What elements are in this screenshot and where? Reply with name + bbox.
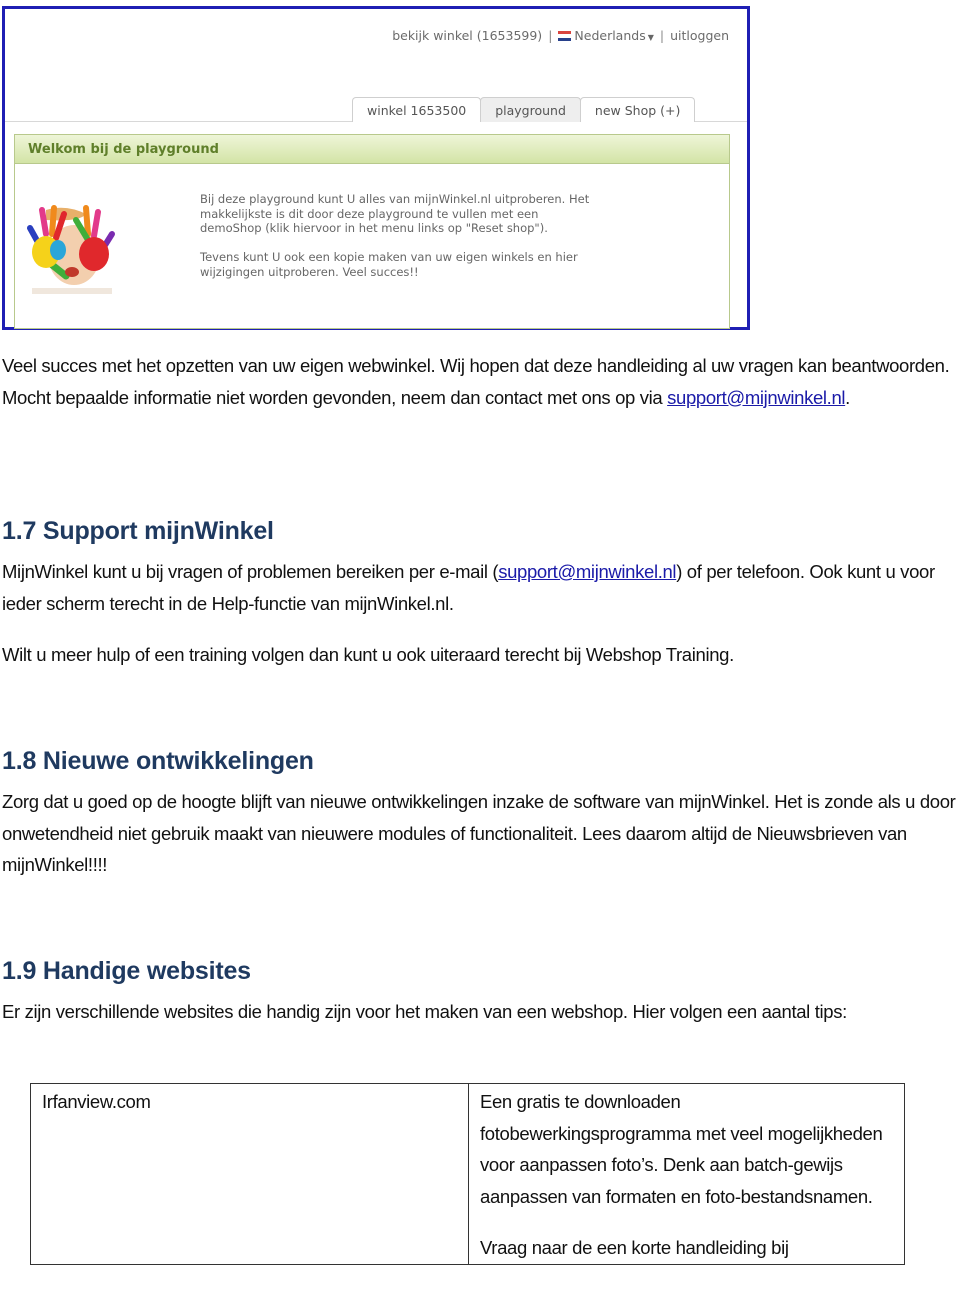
welcome-panel: Welkom bij de playground Bij deze playgr…	[14, 134, 730, 329]
panel-paragraph: Bij deze playground kunt U alles van mij…	[200, 192, 590, 236]
caret-down-icon: ▼	[647, 33, 654, 42]
tab-winkel[interactable]: winkel 1653500	[352, 97, 482, 122]
support-email-link[interactable]: support@mijnwinkel.nl	[498, 561, 676, 582]
section-heading: 1.7 Support mijnWinkel	[2, 517, 274, 545]
embedded-screenshot: bekijk winkel (1653599) | Nederlands ▼ | …	[2, 6, 750, 330]
intro-after: .	[845, 386, 850, 408]
section-1-9: 1.9 Handige websites Er zijn verschillen…	[2, 957, 960, 1028]
panel-title: Welkom bij de playground	[15, 135, 729, 164]
language-selector[interactable]: Nederlands ▼	[558, 28, 654, 43]
section-paragraph: Zorg dat u goed op de hoogte blijft van …	[2, 791, 956, 875]
section-paragraph: Er zijn verschillende websites die handi…	[2, 1001, 847, 1022]
painted-hands-child-image	[24, 200, 119, 294]
text: MijnWinkel kunt u bij vragen of probleme…	[2, 561, 499, 582]
site-name: Irfanview.com	[42, 1091, 151, 1112]
site-description: Een gratis te downloaden fotobewerkingsp…	[480, 1091, 883, 1207]
top-links: bekijk winkel (1653599) | Nederlands ▼ | …	[392, 28, 729, 43]
description-cell: Een gratis te downloaden fotobewerkingsp…	[468, 1083, 905, 1265]
shop-tabs: winkel 1653500 playground new Shop (+)	[352, 97, 696, 122]
tab-new-shop[interactable]: new Shop (+)	[579, 97, 696, 122]
site-cell: Irfanview.com	[30, 1083, 469, 1265]
section-1-7: 1.7 Support mijnWinkel MijnWinkel kunt u…	[2, 517, 960, 671]
section-paragraph: MijnWinkel kunt u bij vragen of probleme…	[2, 556, 960, 619]
section-heading: 1.9 Handige websites	[2, 957, 251, 985]
language-label: Nederlands	[574, 28, 646, 43]
section-paragraph: Wilt u meer hulp of een training volgen …	[2, 644, 734, 665]
support-email-link[interactable]: support@mijnwinkel.nl	[667, 387, 845, 408]
view-shop-link[interactable]: bekijk winkel (1653599)	[392, 28, 542, 43]
section-heading: 1.8 Nieuwe ontwikkelingen	[2, 747, 314, 775]
intro-paragraph: Veel succes met het opzetten van uw eige…	[2, 350, 960, 413]
section-1-8: 1.8 Nieuwe ontwikkelingen Zorg dat u goe…	[2, 747, 960, 881]
logout-link[interactable]: uitloggen	[670, 28, 729, 43]
separator: |	[548, 28, 553, 43]
panel-paragraph: Tevens kunt U ook een kopie maken van uw…	[200, 250, 578, 279]
table-row: Irfanview.com Een gratis te downloaden f…	[30, 1083, 905, 1265]
separator: |	[659, 28, 665, 43]
websites-table: Irfanview.com Een gratis te downloaden f…	[30, 1083, 905, 1265]
panel-text: Bij deze playground kunt U alles van mij…	[200, 192, 600, 294]
intro-section: Veel succes met het opzetten van uw eige…	[2, 350, 960, 413]
site-note: Vraag naar de een korte handleiding bij	[480, 1237, 789, 1258]
tab-playground[interactable]: playground	[480, 97, 581, 122]
dutch-flag-icon	[558, 31, 572, 41]
